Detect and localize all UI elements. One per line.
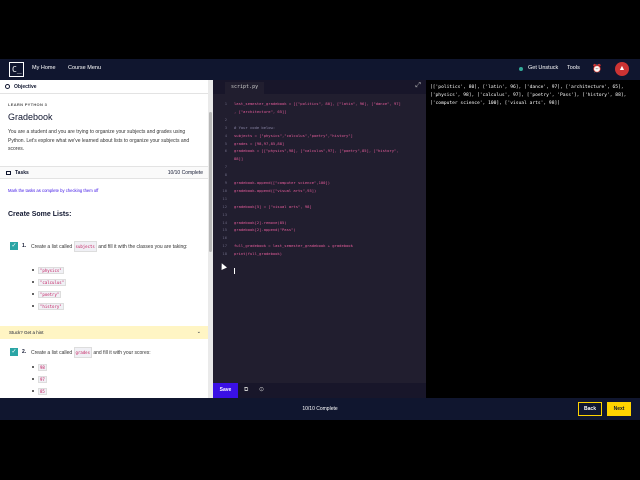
line-number: 9 <box>224 180 227 185</box>
task-1-text: Create a list called subjects and fill i… <box>31 241 201 252</box>
line-number: 12 <box>222 203 227 209</box>
line-number: 7 <box>224 164 227 170</box>
code-line[interactable]: gradebook[2].remove(85) <box>234 220 287 225</box>
back-button[interactable]: Back <box>578 402 602 416</box>
tasks-icon <box>6 171 11 175</box>
line-number: 5 <box>224 140 227 146</box>
completion-status: 10/10 Complete <box>302 406 338 412</box>
hint-bar[interactable]: Stuck? Get a hint ⌄ <box>0 326 208 339</box>
editor-toolbar: Save ⧉ ⊙ <box>213 383 426 398</box>
task-1-checkbox-icon[interactable]: ✓ <box>10 242 18 250</box>
task-2-number: 2. <box>22 349 27 355</box>
line-number: 18 <box>222 251 227 257</box>
task-2-item: 98 <box>32 364 47 371</box>
line-number: 1 <box>224 101 227 106</box>
chevron-down-icon: ⌄ <box>196 329 201 335</box>
line-number: 15 <box>222 227 227 233</box>
section-title: Create Some Lists: <box>8 211 72 218</box>
output-terminal: [['politics', 80], ['latin', 96], ['danc… <box>426 80 640 398</box>
tasks-header[interactable]: Tasks 10/10 Complete <box>0 166 208 179</box>
output-text: [['politics', 80], ['latin', 96], ['danc… <box>430 85 627 106</box>
code-line[interactable]: last_semester_gradebook = [["politics", … <box>234 101 401 106</box>
line-number: 17 <box>222 243 227 249</box>
line-number: 11 <box>222 195 227 201</box>
line-number: 4 <box>224 132 227 138</box>
task-1-code: subjects <box>73 241 97 252</box>
code-line[interactable]: grades = [98,97,85,88] <box>234 141 284 146</box>
code-line[interactable]: full_gradebook = last_semester_gradebook… <box>234 243 353 248</box>
objective-icon <box>5 84 10 89</box>
task-2-text: Create a list called grades and fill it … <box>31 347 201 358</box>
line-number: 14 <box>222 219 227 225</box>
mark-complete-link[interactable]: Mark the tasks as complete by checking t… <box>8 188 98 193</box>
codecademy-logo[interactable]: C_ <box>9 62 24 77</box>
task-2-item: 97 <box>32 376 47 383</box>
task-2-text-after: and fill it with your scores: <box>93 350 151 356</box>
task-1-text-after: and fill it with the classes you are tak… <box>98 244 188 250</box>
my-home-link[interactable]: My Home <box>32 65 56 71</box>
code-line[interactable]: # Your code below: <box>234 125 275 130</box>
line-number: 3 <box>224 124 227 130</box>
tasks-count: 10/10 Complete <box>167 170 203 176</box>
tab-script-py[interactable]: script.py <box>225 82 265 94</box>
code-line[interactable]: gradebook.append(["visual arts",93]) <box>234 188 316 193</box>
alarm-clock-icon[interactable]: ⏰ <box>592 64 602 74</box>
task-1-number: 1. <box>22 243 27 249</box>
course-menu-link[interactable]: Course Menu <box>68 65 101 71</box>
page-title: Gradebook <box>8 112 53 122</box>
tools-link[interactable]: Tools <box>567 65 580 71</box>
save-button[interactable]: Save <box>213 383 238 398</box>
avatar[interactable]: ▲ <box>615 62 629 76</box>
copy-icon[interactable]: ⊙ <box>259 387 266 394</box>
status-dot-icon <box>519 67 523 71</box>
objective-description: You are a student and you are trying to … <box>8 129 190 152</box>
objective-label: Objective <box>14 84 37 90</box>
line-number: 8 <box>224 172 227 178</box>
scrollbar-thumb[interactable] <box>209 112 212 252</box>
next-button[interactable]: Next <box>607 402 631 416</box>
code-line[interactable]: 88]] <box>234 156 243 161</box>
get-unstuck-link[interactable]: Get Unstuck <box>528 65 558 71</box>
app-window: C_ My Home Course Menu Get Unstuck Tools… <box>0 0 640 480</box>
line-number: 10 <box>222 187 227 193</box>
code-line[interactable]: gradebook[5] = ["visual arts", 98] <box>234 204 312 209</box>
tasks-label: Tasks <box>15 170 29 176</box>
task-1-item: "poetry" <box>32 291 62 298</box>
code-line[interactable]: print(full_gradebook) <box>234 251 282 256</box>
line-number: 13 <box>222 211 227 217</box>
objective-header[interactable]: Objective <box>0 80 208 94</box>
lesson-label: LEARN PYTHON 3 <box>8 102 48 107</box>
line-number: 2 <box>224 116 227 122</box>
reset-icon[interactable]: ⧉ <box>244 387 251 394</box>
top-nav: C_ My Home Course Menu Get Unstuck Tools… <box>0 59 640 80</box>
line-number: 6 <box>224 148 227 154</box>
code-line[interactable]: gradebook = [["physics",98], ["calculus"… <box>234 148 399 153</box>
code-editor[interactable]: script.py ⤢ 1 2 3 4 5 6 7 8 9 10 11 12 13 14 15 16 17 18 … <box>213 80 426 398</box>
task-1-item: "calculus" <box>32 279 67 286</box>
line-number: 16 <box>222 235 227 241</box>
task-1-item: "history" <box>32 303 64 310</box>
code-line[interactable]: gradebook.append(["computer science",100… <box>234 180 330 185</box>
code-line[interactable]: subjects = ["physics","calculus","poetry… <box>234 133 353 138</box>
code-line[interactable]: , ["architecture", 65]] <box>234 109 287 114</box>
code-line[interactable]: gradebook[2].append("Pass") <box>234 227 296 232</box>
task-2-code: grades <box>73 347 92 358</box>
task-2-item: 85 <box>32 388 47 395</box>
task-2-checkbox-icon[interactable]: ✓ <box>10 348 18 356</box>
expand-icon[interactable]: ⤢ <box>415 82 421 90</box>
task-1-item: "physics" <box>32 267 64 274</box>
text-cursor <box>234 268 235 274</box>
instructions-panel: Objective LEARN PYTHON 3 Gradebook You a… <box>0 80 213 398</box>
hint-label: Stuck? Get a hint <box>9 330 44 335</box>
task-1-text-before: Create a list called <box>31 244 73 250</box>
editor-tab-bar: script.py ⤢ <box>213 80 426 94</box>
bottom-bar: 10/10 Complete Back Next <box>0 398 640 420</box>
task-2-text-before: Create a list called <box>31 350 73 356</box>
